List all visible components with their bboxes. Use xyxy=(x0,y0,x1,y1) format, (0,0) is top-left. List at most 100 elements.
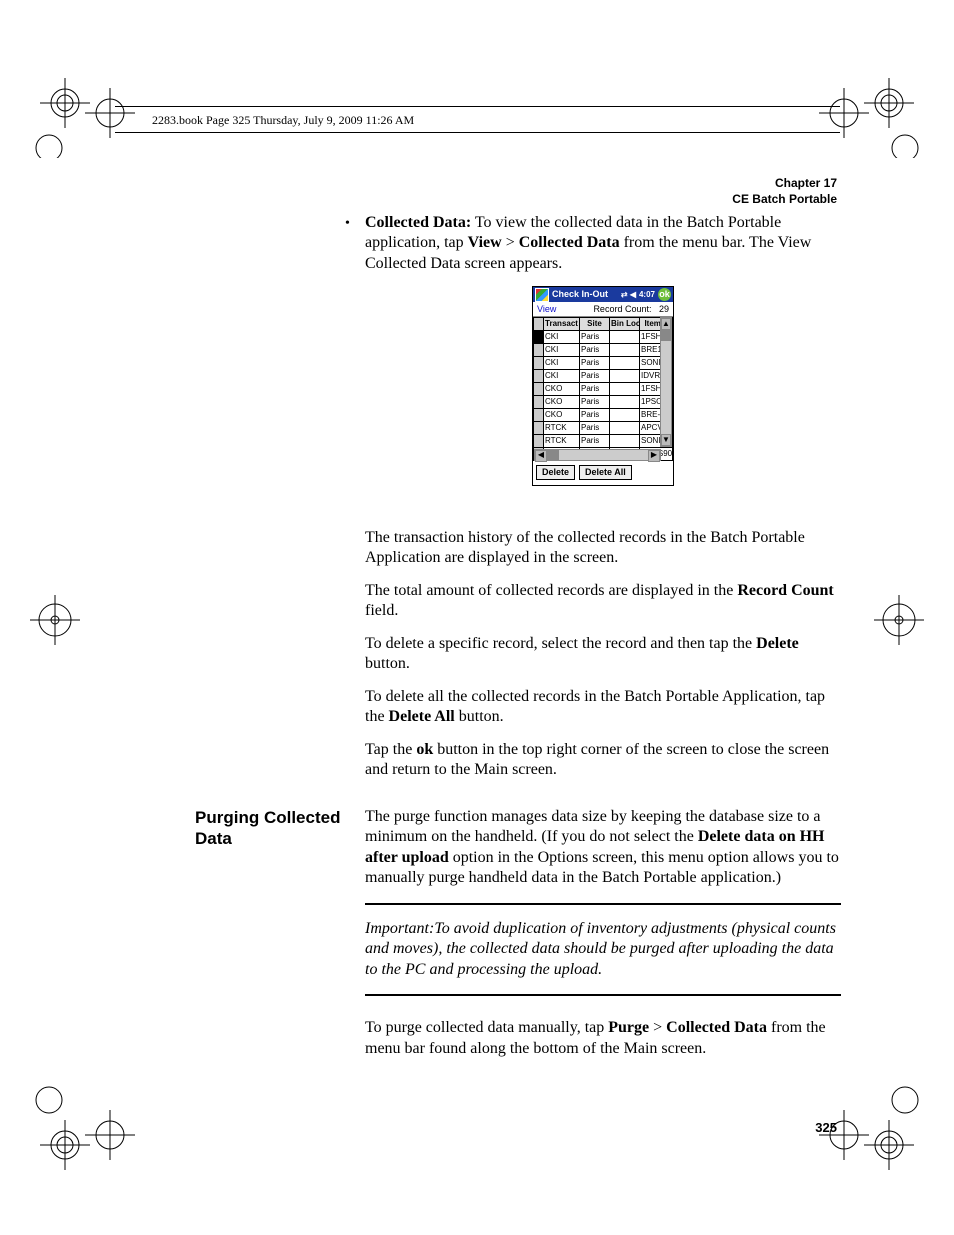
table-row[interactable]: CKOParis1FSH- xyxy=(534,383,673,396)
important-note: Important:To avoid duplication of invent… xyxy=(365,903,841,996)
cell[interactable]: Paris xyxy=(580,409,610,422)
collected-data-table[interactable]: Transact Site Bin Loc Item # CKIParis1FS… xyxy=(533,317,673,461)
table-row[interactable]: CKIParis1FSH- xyxy=(534,331,673,344)
cell[interactable]: Paris xyxy=(580,370,610,383)
cell[interactable]: CKI xyxy=(544,331,580,344)
row-handle[interactable] xyxy=(534,435,544,448)
collected-data-menu-bold: Collected Data xyxy=(519,234,620,251)
post-shot-paragraphs: The transaction history of the collected… xyxy=(365,528,841,793)
scroll-up-icon[interactable]: ▲ xyxy=(661,318,671,330)
crop-mark-top-right xyxy=(814,78,924,158)
row-handle[interactable] xyxy=(534,370,544,383)
shot-titlebar: Check In-Out ⇄ ◀ 4:07 ok xyxy=(533,287,673,302)
delete-button[interactable]: Delete xyxy=(536,465,575,481)
text: field. xyxy=(365,602,398,619)
crop-mark-mid-left xyxy=(30,590,80,650)
section-heading-purging: Purging Collected Data xyxy=(195,807,345,850)
cell[interactable]: Paris xyxy=(580,357,610,370)
purging-section: The purge function manages data size by … xyxy=(365,807,841,1071)
table-row[interactable]: CKIParisBRE1016 xyxy=(534,344,673,357)
rule-top xyxy=(365,903,841,905)
meta-text: 2283.book Page 325 Thursday, July 9, 200… xyxy=(152,113,414,128)
table-row[interactable]: RTCKParisSONICS- xyxy=(534,435,673,448)
row-handle[interactable] xyxy=(534,331,544,344)
table-row[interactable]: CKOParis1PSOF91 xyxy=(534,396,673,409)
cell[interactable]: Paris xyxy=(580,383,610,396)
cell[interactable] xyxy=(610,370,640,383)
cell[interactable]: CKI xyxy=(544,370,580,383)
shot-time: 4:07 xyxy=(639,290,655,300)
cell[interactable]: CKO xyxy=(544,396,580,409)
col-transact[interactable]: Transact xyxy=(544,318,580,331)
delete-bold: Delete xyxy=(756,635,799,652)
gt: > xyxy=(649,1019,666,1036)
cell[interactable]: CKO xyxy=(544,383,580,396)
cell[interactable]: RTCK xyxy=(544,435,580,448)
record-count-value: 29 xyxy=(659,304,669,314)
delete-all-button[interactable]: Delete All xyxy=(579,465,632,481)
cell[interactable] xyxy=(610,331,640,344)
scroll-down-icon[interactable]: ▼ xyxy=(661,434,671,446)
running-header-line2: CE Batch Portable xyxy=(732,191,837,207)
cell[interactable] xyxy=(610,422,640,435)
table-row[interactable]: CKIParisIDVRVT16 xyxy=(534,370,673,383)
cell[interactable]: Paris xyxy=(580,396,610,409)
running-header-line1: Chapter 17 xyxy=(732,175,837,191)
cell[interactable]: RTCK xyxy=(544,422,580,435)
shot-title: Check In-Out xyxy=(552,289,608,301)
table-row[interactable]: RTCKParisAPCV5- xyxy=(534,422,673,435)
ok-bold: ok xyxy=(416,741,433,758)
cell[interactable]: Paris xyxy=(580,344,610,357)
row-handle[interactable] xyxy=(534,396,544,409)
col-binloc[interactable]: Bin Loc xyxy=(610,318,640,331)
cell[interactable]: Paris xyxy=(580,331,610,344)
cell[interactable]: CKI xyxy=(544,357,580,370)
col-site[interactable]: Site xyxy=(580,318,610,331)
horizontal-scrollbar[interactable]: ◀ ▶ xyxy=(534,449,661,461)
collected-data-bold: Collected Data: xyxy=(365,214,471,231)
embedded-screenshot: Check In-Out ⇄ ◀ 4:07 ok View Record Cou… xyxy=(532,286,674,486)
vertical-scrollbar[interactable]: ▲ ▼ xyxy=(660,317,672,447)
cell[interactable] xyxy=(610,383,640,396)
ok-button[interactable]: ok xyxy=(658,288,671,301)
row-handle[interactable] xyxy=(534,409,544,422)
row-handle[interactable] xyxy=(534,344,544,357)
scroll-right-icon[interactable]: ▶ xyxy=(648,450,660,462)
scroll-thumb[interactable] xyxy=(661,330,671,341)
crop-mark-top-left xyxy=(30,78,140,158)
scroll-left-icon[interactable]: ◀ xyxy=(535,450,547,462)
collected-data-paragraph: Collected Data: To view the collected da… xyxy=(365,213,841,504)
crop-mark-mid-right xyxy=(874,590,924,650)
cell[interactable] xyxy=(610,435,640,448)
page-number: 325 xyxy=(815,1120,837,1135)
view-menu[interactable]: View xyxy=(537,304,556,316)
record-count-label: Record Count: xyxy=(593,304,651,314)
table-row[interactable]: CKIParisSONIPA xyxy=(534,357,673,370)
cell[interactable] xyxy=(610,409,640,422)
cell[interactable] xyxy=(610,344,640,357)
text: The transaction history of the collected… xyxy=(365,528,841,569)
signal-icon: ⇄ ◀ xyxy=(621,290,636,300)
text: To purge collected data manually, tap xyxy=(365,1019,608,1036)
cell[interactable] xyxy=(610,357,640,370)
meta-rule-top xyxy=(115,106,840,107)
row-handle[interactable] xyxy=(534,383,544,396)
cell[interactable]: CKO xyxy=(544,409,580,422)
table-corner xyxy=(534,318,544,331)
crop-mark-bot-left xyxy=(30,1085,140,1175)
windows-flag-icon xyxy=(535,288,549,302)
text: To delete a specific record, select the … xyxy=(365,635,756,652)
important-text: Important:To avoid duplication of invent… xyxy=(365,919,841,980)
row-handle[interactable] xyxy=(534,422,544,435)
cell[interactable] xyxy=(610,396,640,409)
cell[interactable]: CKI xyxy=(544,344,580,357)
text: button in the top right corner of the sc… xyxy=(365,741,829,778)
meta-rule-bottom xyxy=(115,132,840,133)
purge-bold: Purge xyxy=(608,1019,649,1036)
text: The total amount of collected records ar… xyxy=(365,582,737,599)
cell[interactable]: Paris xyxy=(580,435,610,448)
hscroll-thumb[interactable] xyxy=(547,450,559,460)
cell[interactable]: Paris xyxy=(580,422,610,435)
row-handle[interactable] xyxy=(534,357,544,370)
table-row[interactable]: CKOParisBRE- xyxy=(534,409,673,422)
